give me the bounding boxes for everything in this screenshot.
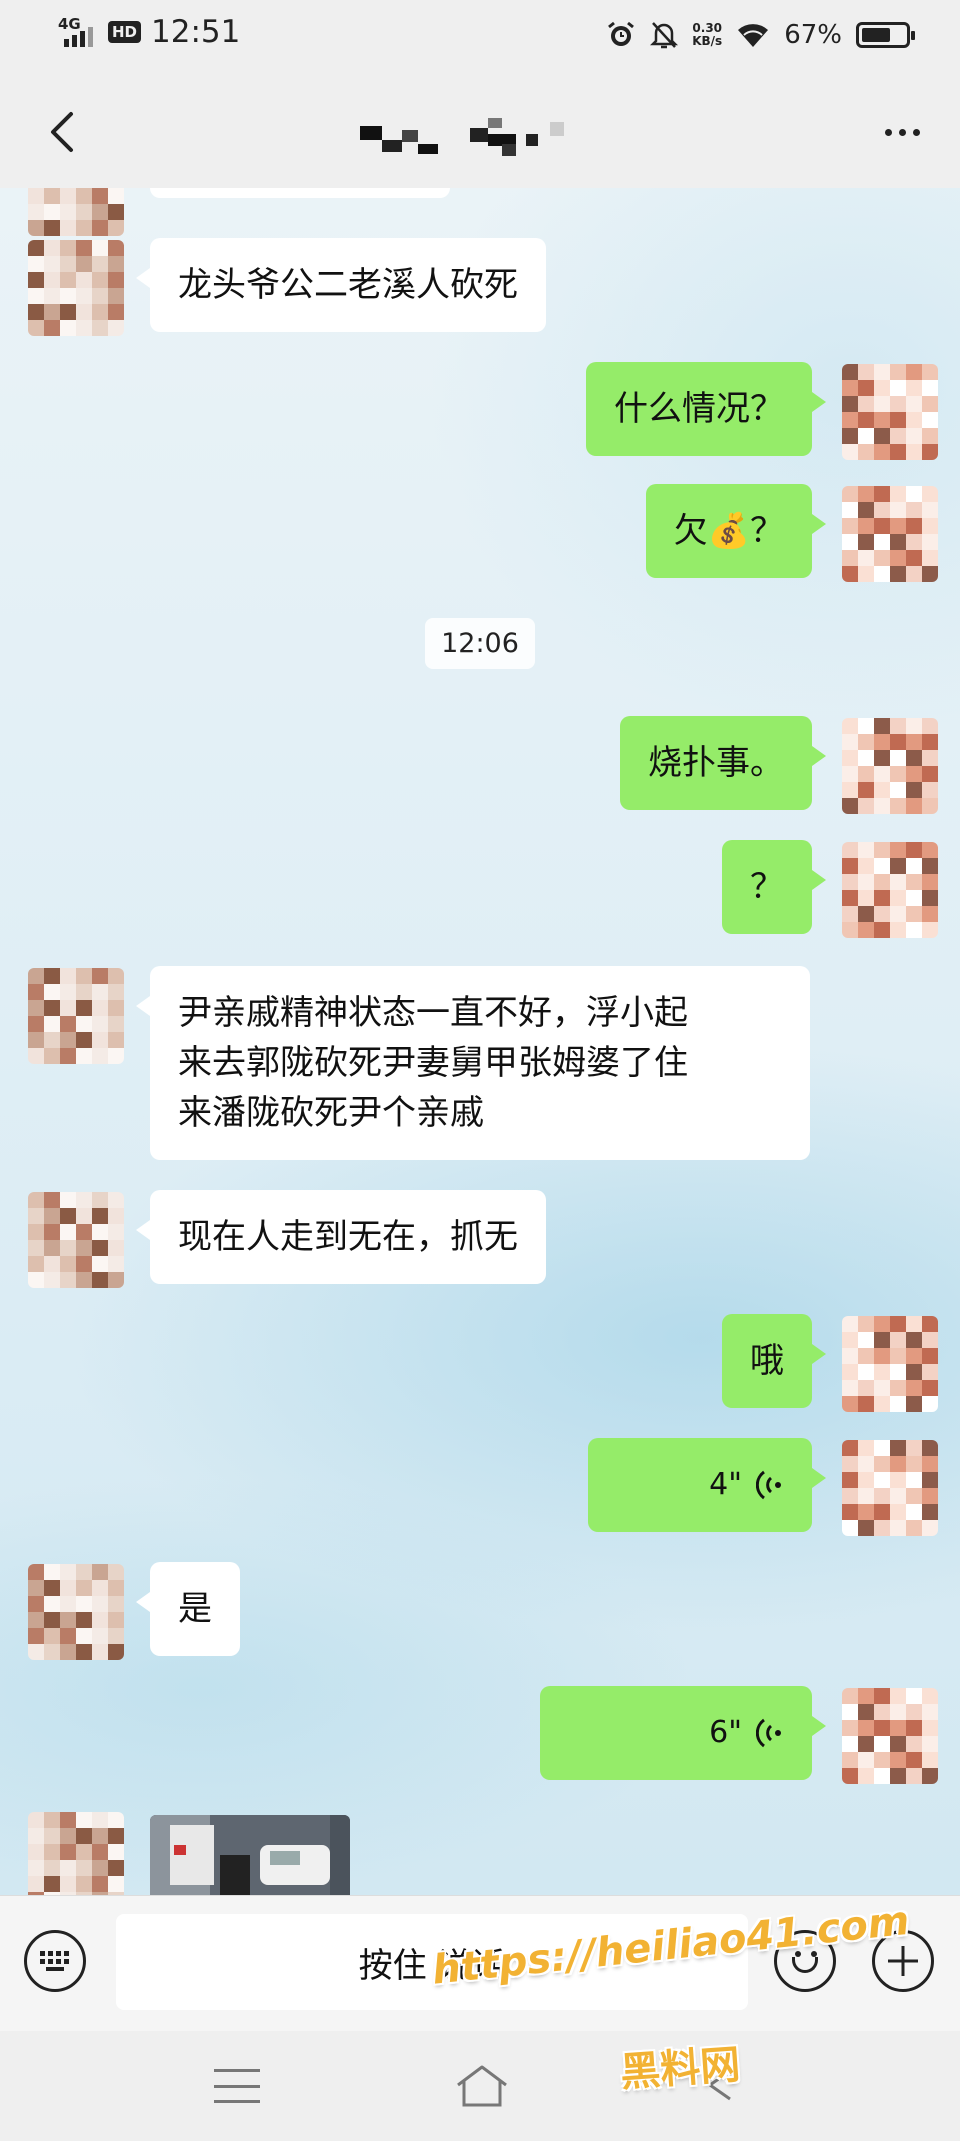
message-bubble-outgoing[interactable]: 烧扑事。	[620, 716, 826, 810]
message-bubble-incoming[interactable]: 尹亲戚精神状态一直不好，浮小起 来去郭陇砍死尹妻舅甲张姆婆了住 来潘陇砍死尹个亲…	[136, 966, 810, 1160]
message-bubble-partial[interactable]	[150, 188, 450, 198]
battery-percent: 67%	[784, 20, 842, 50]
my-avatar[interactable]	[842, 364, 938, 460]
status-bar: 4G HD 12:51 0.30 KB/s 67%	[0, 0, 960, 76]
status-left: 4G HD 12:51	[58, 14, 240, 50]
alarm-icon	[608, 21, 635, 46]
message-bubble-outgoing[interactable]: 哦	[722, 1314, 826, 1408]
hd-badge: HD	[108, 21, 142, 43]
emoji-icon[interactable]	[774, 1930, 836, 1992]
message-bubble-incoming[interactable]: 龙头爷公二老溪人砍死	[136, 238, 546, 332]
my-avatar[interactable]	[842, 718, 938, 814]
my-avatar[interactable]	[842, 1440, 938, 1536]
voice-duration: 4"	[709, 1467, 742, 1502]
recent-apps-icon[interactable]	[214, 2069, 260, 2103]
message-list[interactable]: 龙头爷公二老溪人砍死 什么情况？ 欠💰？ 12:06 烧扑事。 ？ 尹亲戚精神状…	[0, 188, 960, 1895]
status-time: 12:51	[151, 14, 241, 50]
hold-to-talk-button[interactable]: 按住 说话	[116, 1914, 748, 2010]
voice-message-outgoing[interactable]: 6"	[540, 1686, 826, 1780]
chat-title	[0, 114, 960, 164]
my-avatar[interactable]	[842, 842, 938, 938]
status-right: 0.30 KB/s 67%	[606, 20, 915, 50]
redacted-title-mosaic	[360, 118, 564, 156]
input-bar: 按住 说话	[0, 1895, 960, 2031]
cellular-signal-icon: 4G	[58, 15, 98, 49]
message-bubble-incoming[interactable]: 现在人走到无在，抓无	[136, 1190, 546, 1284]
keyboard-icon[interactable]	[24, 1930, 86, 1992]
contact-avatar[interactable]	[28, 240, 124, 336]
network-speed: 0.30 KB/s	[692, 22, 722, 48]
contact-avatar[interactable]	[28, 188, 124, 236]
my-avatar[interactable]	[842, 1316, 938, 1412]
message-bubble-outgoing[interactable]: 欠💰？	[645, 484, 827, 578]
back-icon[interactable]	[700, 2065, 740, 2105]
plus-icon[interactable]	[872, 1930, 934, 1992]
speed-unit: KB/s	[692, 34, 723, 48]
image-message[interactable]	[150, 1815, 350, 1895]
message-timestamp: 12:06	[0, 618, 960, 669]
mute-bell-icon	[650, 22, 679, 49]
voice-duration: 6"	[709, 1715, 742, 1750]
message-bubble-outgoing[interactable]: 什么情况？	[586, 362, 826, 456]
contact-avatar[interactable]	[28, 1812, 124, 1895]
message-bubble-incoming[interactable]: 是	[136, 1562, 240, 1656]
my-avatar[interactable]	[842, 486, 938, 582]
battery-icon	[856, 22, 915, 48]
wifi-icon	[738, 24, 769, 47]
contact-avatar[interactable]	[28, 1564, 124, 1660]
voice-wave-icon	[756, 1470, 781, 1500]
chat-header	[0, 76, 960, 188]
voice-wave-icon	[756, 1718, 781, 1748]
my-avatar[interactable]	[842, 1688, 938, 1784]
system-navigation-bar	[0, 2031, 960, 2141]
message-bubble-outgoing[interactable]: ？	[722, 840, 826, 934]
street-photo-thumbnail	[150, 1815, 350, 1895]
home-icon[interactable]	[452, 2061, 512, 2111]
voice-message-outgoing[interactable]: 4"	[588, 1438, 826, 1532]
contact-avatar[interactable]	[28, 968, 124, 1064]
more-horizontal-icon[interactable]	[872, 102, 932, 162]
contact-avatar[interactable]	[28, 1192, 124, 1288]
